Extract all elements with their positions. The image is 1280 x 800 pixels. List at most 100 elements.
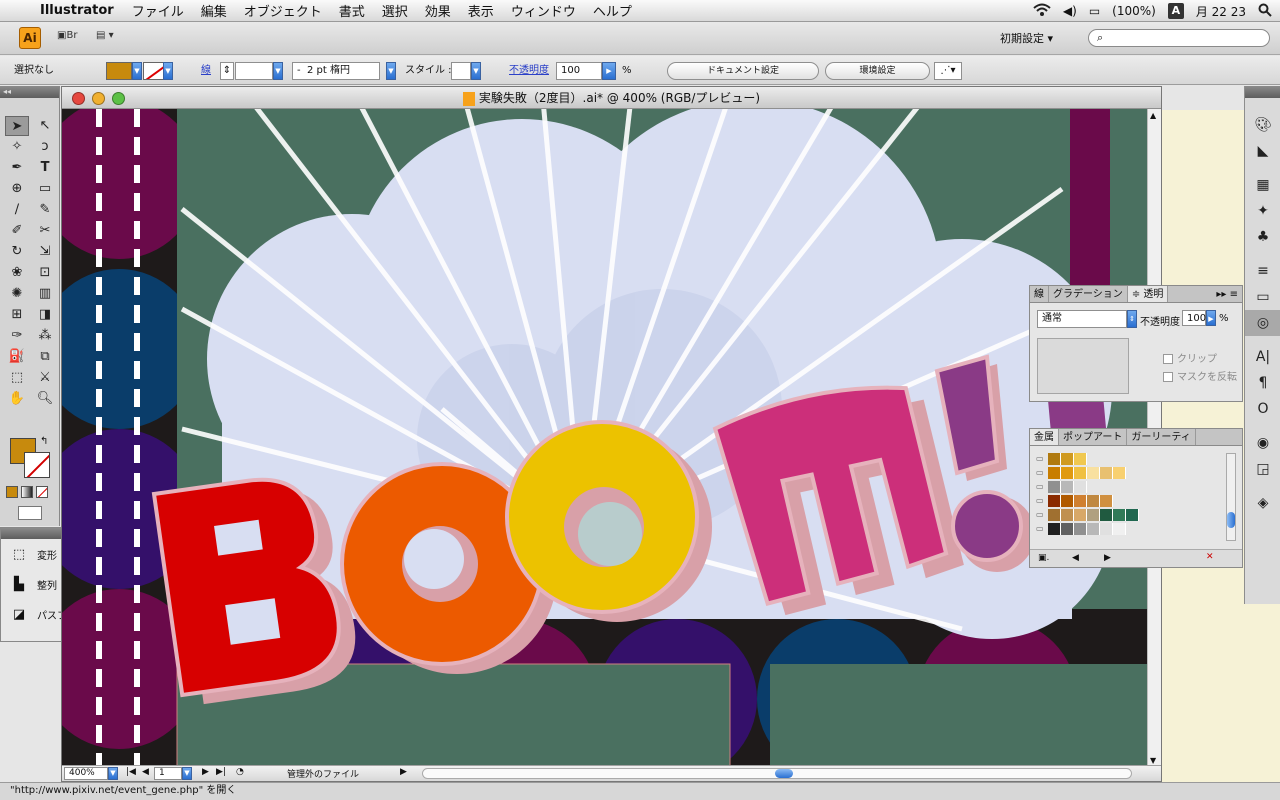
swatch[interactable] — [1074, 467, 1087, 479]
file-status-text[interactable]: 管理外のファイル — [287, 767, 359, 780]
swatch[interactable] — [1048, 509, 1061, 521]
menu-edit[interactable]: 編集 — [201, 1, 227, 20]
menu-window[interactable]: ウィンドウ — [511, 1, 576, 20]
graphic-style-field[interactable] — [451, 62, 471, 80]
tab-transparency[interactable]: ≑ 透明 — [1127, 286, 1169, 302]
opacity-dropdown-arrow[interactable]: ▶ — [602, 62, 616, 80]
swatch[interactable] — [1048, 467, 1061, 479]
swatches-panel-icon[interactable]: ▦ — [1245, 172, 1280, 198]
symbol-sprayer-tool-icon[interactable]: ✺ — [5, 284, 29, 304]
none-mode-icon[interactable] — [36, 486, 48, 498]
opacity-field[interactable]: 100 — [556, 62, 602, 80]
document-title-bar[interactable]: 実験失敗（2度目）.ai* @ 400% (RGB/プレビュー) — [62, 87, 1161, 109]
opentype-panel-icon[interactable]: O — [1245, 396, 1280, 422]
transparency-opacity-field[interactable]: 100 — [1182, 310, 1206, 326]
artboard-number-field[interactable]: 1 — [154, 767, 182, 780]
zoom-level-field[interactable]: 400% — [64, 767, 108, 780]
select-similar-button[interactable]: ⋰▾ — [934, 62, 962, 80]
swatch[interactable] — [1074, 509, 1087, 521]
eyedropper-tool-icon[interactable]: ✑ — [5, 326, 29, 346]
delete-icon[interactable]: ✕ — [1206, 552, 1214, 562]
swatch[interactable] — [1087, 495, 1100, 507]
swatch[interactable] — [1087, 523, 1100, 535]
rectangle-tool-icon[interactable]: ▭ — [33, 179, 57, 199]
stroke-panel-icon[interactable]: ≡ — [1245, 258, 1280, 284]
swatch[interactable] — [1074, 523, 1087, 535]
swatch[interactable] — [1061, 495, 1074, 507]
search-field[interactable]: ⌕ — [1088, 29, 1270, 47]
color-panel-icon[interactable]: 🎨︎ — [1245, 112, 1280, 138]
pen-tool-icon[interactable]: ✒ — [5, 158, 29, 178]
style-dropdown-arrow[interactable]: ▼ — [471, 62, 481, 80]
workspace-switcher[interactable]: 初期設定 ▾ — [1000, 30, 1075, 46]
menu-select[interactable]: 選択 — [382, 1, 408, 20]
close-window-button[interactable] — [72, 92, 85, 105]
profile-dropdown-arrow[interactable]: ▼ — [386, 62, 396, 80]
graphic-styles-panel-icon[interactable]: ◲ — [1245, 456, 1280, 482]
pencil-tool-icon[interactable]: ✎ — [33, 200, 57, 220]
horizontal-scroll-thumb[interactable] — [775, 769, 793, 778]
swatch[interactable] — [1048, 523, 1061, 535]
blend-mode-select[interactable]: 通常 — [1037, 310, 1127, 328]
bridge-button[interactable]: ▣Br — [57, 30, 77, 41]
swatch[interactable] — [1113, 523, 1126, 535]
swatches-scrollbar[interactable] — [1226, 453, 1236, 541]
scissors-tool-icon[interactable]: ✂ — [33, 221, 57, 241]
stroke-label[interactable]: 線 — [201, 62, 211, 80]
spotlight-icon[interactable] — [1258, 3, 1272, 20]
swatch[interactable] — [1048, 495, 1061, 507]
stroke-weight-dropdown[interactable]: ▼ — [273, 62, 283, 80]
invert-mask-checkbox[interactable]: マスクを反転 — [1163, 368, 1237, 383]
appearance-panel-icon[interactable]: ◉ — [1245, 430, 1280, 456]
slice-tool-icon[interactable]: ⚔ — [33, 368, 57, 388]
swatch[interactable] — [1100, 467, 1113, 479]
last-artboard-button[interactable]: ▶| — [216, 767, 226, 777]
artboard-canvas[interactable] — [62, 109, 1149, 767]
swatch[interactable] — [1113, 509, 1126, 521]
app-menu[interactable]: Illustrator — [40, 3, 114, 18]
transparency-opacity-dropdown[interactable]: ▶ — [1206, 310, 1216, 326]
swatch[interactable] — [1061, 467, 1074, 479]
graph-tool-icon[interactable]: ▥ — [33, 284, 57, 304]
selection-tool-icon[interactable]: ➤ — [5, 116, 29, 136]
zoom-tool-icon[interactable]: 🔍︎ — [33, 389, 57, 409]
rotate-tool-icon[interactable]: ↻ — [5, 242, 29, 262]
horizontal-scrollbar[interactable] — [422, 768, 1132, 779]
opacity-mask-thumbnail[interactable] — [1037, 338, 1129, 394]
live-paint-selection-icon[interactable]: ⧉ — [33, 347, 57, 367]
dock-header[interactable] — [1245, 86, 1280, 98]
volume-icon[interactable]: ◀) — [1063, 4, 1077, 18]
variable-width-profile[interactable]: - 2 pt 楕円 — [292, 62, 380, 80]
swatch[interactable] — [1074, 453, 1087, 465]
gradient-mode-icon[interactable] — [21, 486, 33, 498]
menu-object[interactable]: オブジェクト — [244, 1, 322, 20]
direct-selection-tool-icon[interactable]: ↖ — [33, 116, 57, 136]
blend-tool-icon[interactable]: ⁂ — [33, 326, 57, 346]
blob-brush-tool-icon[interactable]: ✐ — [5, 221, 29, 241]
scale-tool-icon[interactable]: ⇲ — [33, 242, 57, 262]
fill-color-button[interactable] — [106, 62, 132, 80]
menu-type[interactable]: 書式 — [339, 1, 365, 20]
status-menu-arrow[interactable]: ▶ — [400, 767, 407, 777]
gradient-panel-icon[interactable]: ▭ — [1245, 284, 1280, 310]
magic-wand-tool-icon[interactable]: ✧ — [5, 137, 29, 157]
color-guide-icon[interactable]: ◣ — [1245, 138, 1280, 164]
swatch[interactable] — [1087, 467, 1100, 479]
next-library-button[interactable]: ▶ — [1104, 553, 1111, 563]
type-tool-icon[interactable]: T — [33, 158, 57, 178]
swatch[interactable] — [1087, 509, 1100, 521]
swatch[interactable] — [1100, 495, 1113, 507]
layers-panel-icon[interactable]: ◈ — [1245, 490, 1280, 516]
paintbrush-tool-icon[interactable]: ∕ — [5, 200, 29, 220]
live-paint-tool-icon[interactable]: ⛽ — [5, 347, 29, 367]
stroke-swatch[interactable] — [24, 452, 50, 478]
swatch[interactable] — [1061, 453, 1074, 465]
mesh-tool-icon[interactable]: ⊞ — [5, 305, 29, 325]
line-tool-icon[interactable]: ⊕ — [5, 179, 29, 199]
brushes-panel-icon[interactable]: ✦ — [1245, 198, 1280, 224]
swap-fill-stroke-icon[interactable]: ↰ — [40, 436, 48, 447]
tools-panel-header[interactable]: ◂◂ — [0, 86, 59, 98]
transparency-panel-icon[interactable]: ◎ — [1245, 310, 1280, 336]
tab-gradient[interactable]: グラデーション — [1049, 286, 1128, 302]
artboard-tool-icon[interactable]: ⬚ — [5, 368, 29, 388]
